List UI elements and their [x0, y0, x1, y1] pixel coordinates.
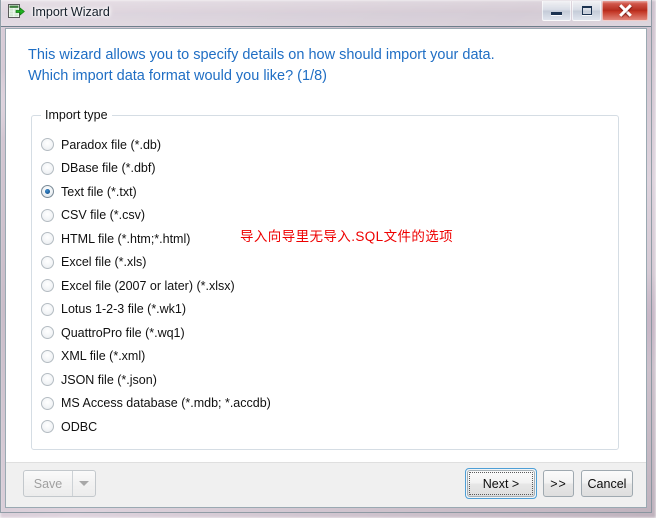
radio-option-odbc[interactable]: ODBC [41, 415, 612, 439]
import-type-radio-group[interactable]: Paradox file (*.db) DBase file (*.dbf) T… [41, 133, 612, 439]
maximize-button[interactable] [572, 1, 601, 21]
title-bar[interactable]: Import Wizard [1, 0, 651, 27]
radio-label: Paradox file (*.db) [61, 137, 162, 152]
minimize-button[interactable] [542, 1, 571, 21]
maximize-icon [581, 6, 592, 15]
radio-option-xml[interactable]: XML file (*.xml) [41, 345, 612, 369]
close-icon [619, 4, 632, 17]
radio-icon [41, 161, 54, 175]
radio-label: ODBC [61, 419, 98, 434]
radio-icon [41, 138, 54, 152]
radio-option-csv[interactable]: CSV file (*.csv) [41, 204, 612, 228]
radio-label: Lotus 1-2-3 file (*.wk1) [61, 302, 187, 317]
radio-label: Excel file (2007 or later) (*.xlsx) [61, 278, 235, 293]
radio-label: MS Access database (*.mdb; *.accdb) [61, 396, 271, 411]
radio-icon [41, 208, 54, 222]
save-split-button: Save [23, 470, 96, 497]
radio-icon [41, 396, 54, 410]
radio-option-paradox[interactable]: Paradox file (*.db) [41, 133, 612, 157]
radio-icon [41, 279, 54, 293]
minimize-icon [551, 11, 562, 15]
radio-label: XML file (*.xml) [61, 349, 146, 364]
radio-label: Excel file (*.xls) [61, 255, 147, 270]
next-button[interactable]: Next > [467, 470, 535, 497]
radio-label: QuattroPro file (*.wq1) [61, 325, 185, 340]
next-button-focus-ring: Next > [465, 468, 537, 499]
annotation-text: 导入向导里无导入.SQL文件的选项 [240, 229, 454, 244]
import-wizard-window: Import Wizard This wizard allows you to … [0, 0, 652, 513]
radio-option-excel-xlsx[interactable]: Excel file (2007 or later) (*.xlsx) [41, 274, 612, 298]
groupbox-label: Import type [41, 108, 112, 122]
radio-icon [41, 420, 54, 434]
close-button[interactable] [602, 1, 648, 21]
radio-label: DBase file (*.dbf) [61, 161, 156, 176]
radio-icon [41, 255, 54, 269]
save-button: Save [33, 476, 63, 491]
radio-option-excel-xls[interactable]: Excel file (*.xls) [41, 251, 612, 275]
radio-option-ms-access[interactable]: MS Access database (*.mdb; *.accdb) [41, 392, 612, 416]
radio-icon [41, 302, 54, 316]
dialog-client-area: This wizard allows you to specify detail… [5, 28, 647, 508]
radio-label: Text file (*.txt) [61, 184, 137, 199]
radio-label: HTML file (*.htm;*.html) [61, 231, 191, 246]
save-dropdown-button [72, 471, 95, 496]
radio-option-json[interactable]: JSON file (*.json) [41, 368, 612, 392]
wizard-instructions: This wizard allows you to specify detail… [28, 47, 495, 84]
radio-option-quattropro[interactable]: QuattroPro file (*.wq1) [41, 321, 612, 345]
radio-label: JSON file (*.json) [61, 372, 157, 387]
chevron-down-icon [79, 481, 89, 486]
radio-icon [41, 326, 54, 340]
radio-option-lotus[interactable]: Lotus 1-2-3 file (*.wk1) [41, 298, 612, 322]
window-title: Import Wizard [32, 4, 110, 19]
radio-icon [41, 373, 54, 387]
title-bar-left: Import Wizard [8, 3, 110, 20]
radio-icon [41, 232, 54, 246]
window-controls [541, 1, 648, 21]
import-table-icon [8, 3, 25, 20]
radio-selected-icon [41, 185, 54, 199]
dialog-footer: Save Next > >> Cancel [6, 462, 646, 507]
radio-option-dbase[interactable]: DBase file (*.dbf) [41, 157, 612, 181]
more-button[interactable]: >> [543, 470, 574, 497]
cancel-button[interactable]: Cancel [581, 470, 633, 497]
radio-icon [41, 349, 54, 363]
radio-label: CSV file (*.csv) [61, 208, 146, 223]
import-type-groupbox: Import type Paradox file (*.db) DBase fi… [31, 108, 619, 450]
radio-option-text[interactable]: Text file (*.txt) [41, 180, 612, 204]
